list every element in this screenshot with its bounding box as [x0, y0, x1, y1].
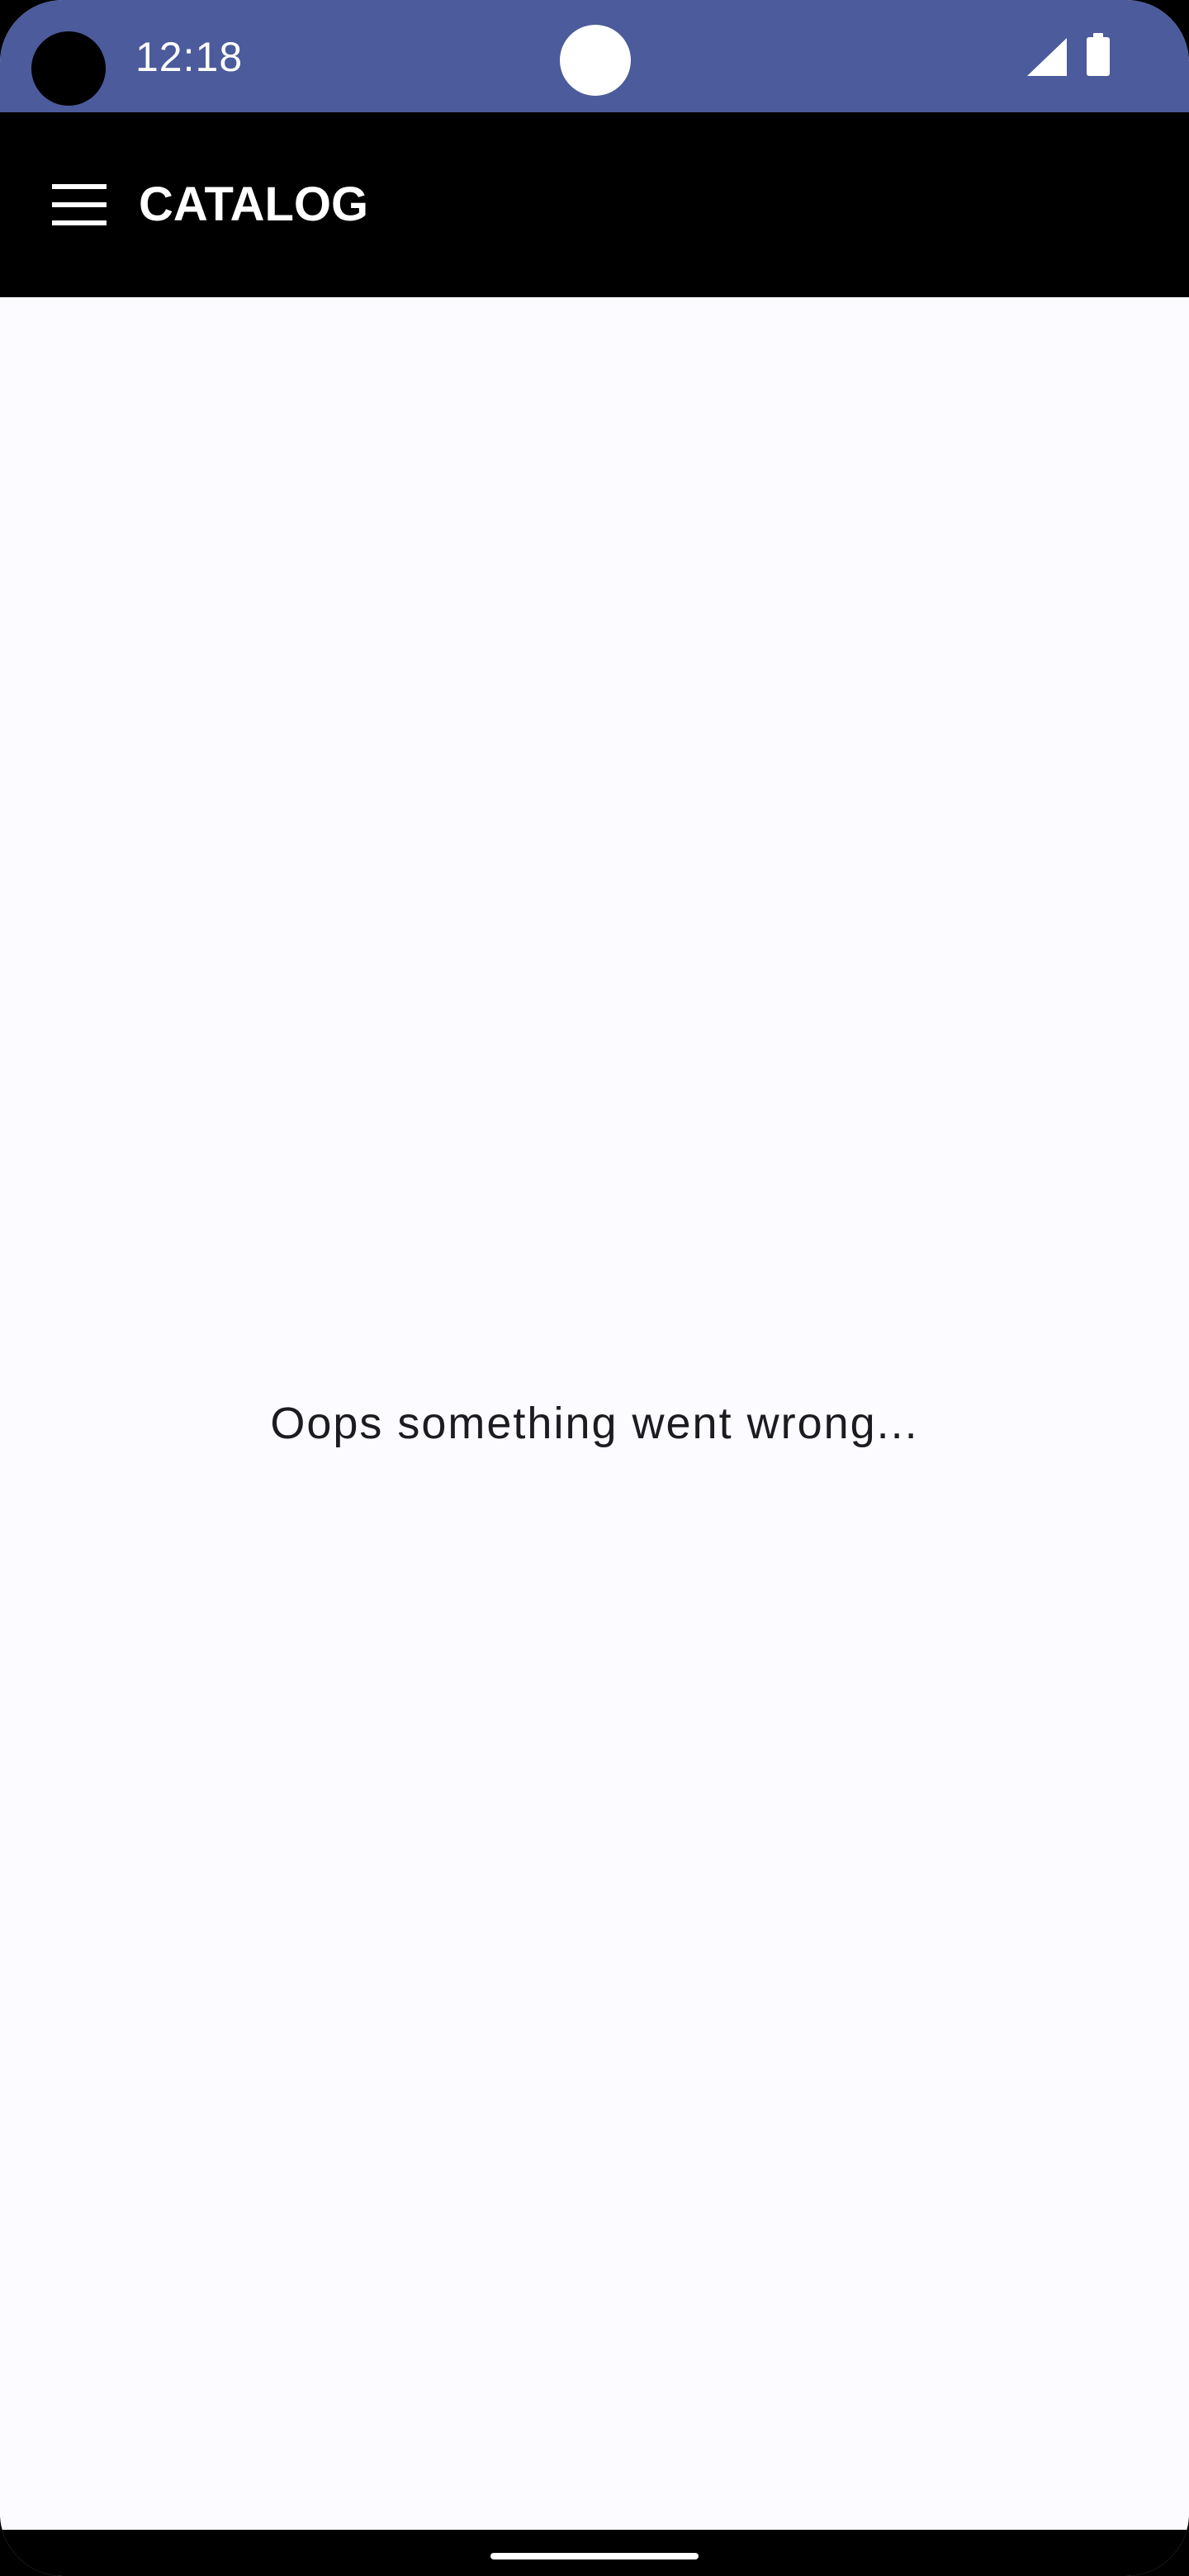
navigation-bar	[0, 2530, 1189, 2576]
signal-icon	[1027, 38, 1067, 76]
home-gesture-handle[interactable]	[490, 2553, 699, 2559]
status-dot	[560, 25, 631, 96]
battery-icon	[1087, 33, 1110, 76]
phone-screen: 12:18 CATALOG Oops something went wrong.…	[0, 0, 1189, 2576]
hamburger-menu-icon	[52, 184, 107, 225]
menu-button[interactable]	[40, 165, 119, 244]
camera-cutout	[31, 31, 106, 106]
error-message: Oops something went wrong...	[270, 1399, 919, 1448]
status-bar: 12:18	[0, 0, 1189, 112]
main-content: Oops something went wrong...	[0, 297, 1189, 2530]
page-title: CATALOG	[139, 178, 369, 231]
status-time: 12:18	[135, 34, 244, 80]
top-app-bar: CATALOG	[0, 112, 1189, 297]
